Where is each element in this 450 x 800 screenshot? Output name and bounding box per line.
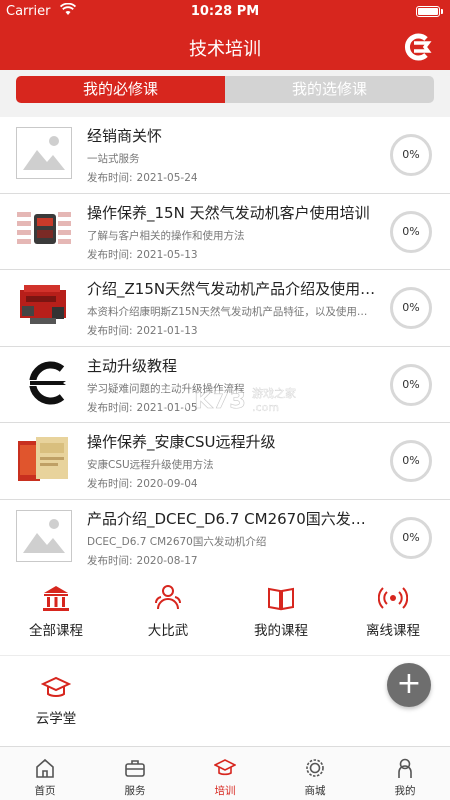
- course-date: 发布时间: 2020-08-17: [87, 554, 198, 567]
- course-title: 产品介绍_DCEC_D6.7 CM2670国六发动机介绍: [87, 509, 377, 528]
- diagram-thumbnail: [16, 203, 72, 256]
- person-icon: [398, 758, 412, 778]
- quick-my-courses-button[interactable]: 我的课程: [225, 583, 337, 639]
- course-subtitle: 本资料介绍康明斯Z15N天然气发动机产品特征，以及使用方法: [87, 306, 372, 318]
- course-title: 主动升级教程: [87, 356, 178, 375]
- cummins-logo-icon[interactable]: [404, 33, 432, 61]
- quick-item-label: 离线课程: [366, 623, 420, 639]
- tab-label: 我的: [394, 785, 416, 797]
- bottom-tab-bar: 首页 服务 培训 商城 我的: [0, 746, 450, 800]
- quick-competition-button[interactable]: 大比武: [112, 583, 224, 639]
- course-type-segment: 我的必修课 我的选修课: [16, 76, 434, 103]
- progress-indicator: 0%: [390, 210, 432, 253]
- course-list-item[interactable]: 操作保养_安康CSU远程升级 安康CSU远程升级使用方法 发布时间: 2020-0…: [0, 423, 450, 500]
- course-list-item[interactable]: 主动升级教程 学习疑难问题的主动升级操作流程 发布时间: 2021-01-05 0…: [0, 346, 450, 423]
- quick-all-courses-button[interactable]: 全部课程: [0, 583, 112, 639]
- graduation-cap-icon: [214, 759, 236, 776]
- tab-label: 培训: [214, 785, 236, 797]
- tab-mine[interactable]: 我的: [360, 757, 450, 798]
- broadcast-icon: [378, 587, 408, 609]
- course-date: 发布时间: 2021-01-13: [87, 325, 198, 337]
- quick-item-label: 云学堂: [35, 711, 77, 727]
- course-subtitle: 安康CSU远程升级使用方法: [87, 459, 214, 471]
- clock: 10:28 PM: [190, 4, 260, 19]
- course-subtitle: 学习疑难问题的主动升级操作流程: [87, 382, 245, 395]
- tab-label: 首页: [34, 785, 56, 797]
- tab-label: 商城: [304, 785, 326, 797]
- course-list-item[interactable]: 操作保养_15N 天然气发动机客户使用培训 了解与客户相关的操作和使用方法 发布…: [0, 193, 450, 270]
- course-date: 发布时间: 2021-05-24: [87, 172, 198, 184]
- course-subtitle: DCEC_D6.7 CM2670国六发动机介绍: [87, 535, 267, 548]
- tab-label: 服务: [124, 785, 146, 797]
- quick-item-label: 全部课程: [29, 623, 83, 639]
- image-placeholder-icon: [16, 509, 72, 562]
- status-bar: Carrier 10:28 PM: [0, 0, 450, 24]
- quick-item-label: 我的课程: [254, 623, 308, 639]
- quick-item-label: 大比武: [147, 623, 189, 639]
- engine-photo-thumbnail: [16, 280, 72, 332]
- page-title: 技术培训: [189, 39, 261, 60]
- tab-required-courses[interactable]: 我的必修课: [16, 76, 225, 103]
- tab-home[interactable]: 首页: [0, 757, 90, 798]
- tab-mall[interactable]: 商城: [270, 757, 360, 798]
- tab-elective-courses[interactable]: 我的选修课: [225, 76, 434, 103]
- cummins-logo-thumbnail: [16, 356, 72, 409]
- course-date: 发布时间: 2020-09-04: [87, 478, 198, 490]
- add-button[interactable]: +: [387, 663, 431, 707]
- graduation-cap-icon: [41, 676, 71, 697]
- divider: [0, 655, 450, 656]
- quick-offline-courses-button[interactable]: 离线课程: [337, 583, 449, 639]
- course-title: 介绍_Z15N天然气发动机产品介绍及使用培训: [87, 280, 377, 298]
- tab-service[interactable]: 服务: [90, 757, 180, 798]
- course-title: 操作保养_15N 天然气发动机客户使用培训: [87, 203, 370, 222]
- course-title: 经销商关怀: [87, 127, 163, 145]
- course-list: 经销商关怀 一站式服务 发布时间: 2021-05-24 0% 操作保养_15N …: [0, 117, 450, 576]
- progress-indicator: 0%: [390, 363, 432, 406]
- home-icon: [36, 758, 54, 778]
- bank-icon: [43, 586, 69, 611]
- course-date: 发布时间: 2021-05-13: [87, 248, 198, 261]
- progress-indicator: 0%: [390, 134, 432, 176]
- people-icon: [154, 585, 182, 610]
- gear-icon: [306, 759, 324, 777]
- battery-icon: [416, 6, 443, 17]
- quick-cloud-classroom-button[interactable]: 云学堂: [0, 675, 112, 727]
- course-list-item[interactable]: 经销商关怀 一站式服务 发布时间: 2021-05-24 0%: [0, 117, 450, 194]
- csu-box-thumbnail: [16, 433, 72, 485]
- progress-indicator: 0%: [390, 516, 432, 559]
- course-subtitle: 了解与客户相关的操作和使用方法: [87, 229, 245, 242]
- course-list-item[interactable]: 产品介绍_DCEC_D6.7 CM2670国六发动机介绍 DCEC_D6.7 C…: [0, 499, 450, 576]
- book-icon: [268, 587, 294, 611]
- course-list-item[interactable]: 介绍_Z15N天然气发动机产品介绍及使用培训 本资料介绍康明斯Z15N天然气发动…: [0, 270, 450, 347]
- briefcase-icon: [125, 760, 145, 777]
- quick-menu: 全部课程 大比武 我的课程 离线课程 云学堂: [0, 569, 450, 746]
- nav-bar: 技术培训: [0, 24, 450, 70]
- tab-training[interactable]: 培训: [180, 757, 270, 798]
- course-subtitle: 一站式服务: [87, 153, 140, 165]
- image-placeholder-icon: [16, 127, 72, 179]
- course-date: 发布时间: 2021-01-05: [87, 401, 198, 414]
- progress-indicator: 0%: [390, 440, 432, 482]
- progress-indicator: 0%: [390, 287, 432, 329]
- course-title: 操作保养_安康CSU远程升级: [87, 433, 276, 451]
